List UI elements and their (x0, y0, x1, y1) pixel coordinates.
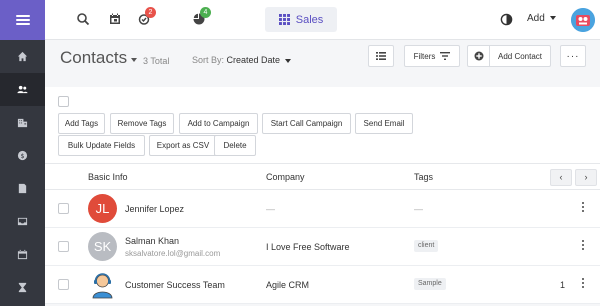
sidebar-item-documents[interactable] (0, 172, 45, 205)
sidebar-item-home[interactable] (0, 40, 45, 73)
module-switcher-button[interactable]: Sales (265, 7, 337, 32)
filter-icon (440, 52, 451, 60)
company-name[interactable]: Agile CRM (266, 280, 309, 290)
module-label: Sales (295, 13, 324, 26)
tags-empty: — (414, 204, 423, 214)
add-to-campaign-button[interactable]: Add to Campaign (179, 113, 258, 134)
sort-value: Created Date (226, 55, 281, 65)
add-contact-button[interactable]: Add Contact (467, 45, 551, 67)
column-tags[interactable]: Tags (414, 172, 433, 182)
chevron-down-icon (285, 58, 292, 63)
table-row[interactable]: SK Salman Khan sksalvatore.lol@gmail.com… (45, 228, 600, 266)
inbox-icon (17, 217, 28, 226)
bulk-actions-panel: Add Tags Remove Tags Add to Campaign Sta… (45, 87, 600, 163)
calendar-icon (110, 13, 120, 24)
more-options-button[interactable]: ··· (560, 45, 586, 67)
row-menu-button[interactable] (581, 240, 585, 252)
avatar (88, 270, 117, 299)
theme-icon[interactable] (500, 13, 513, 26)
scroll-right-button[interactable]: › (575, 169, 597, 186)
hourglass-icon (18, 282, 27, 293)
companies-icon (17, 118, 28, 128)
robot-avatar-icon (571, 8, 595, 32)
add-contact-label: Add Contact (497, 51, 543, 61)
contact-name[interactable]: Jennifer Lopez (125, 204, 184, 214)
row-checkbox[interactable] (58, 279, 69, 290)
add-icon-wrap (468, 46, 490, 66)
column-basic-info[interactable]: Basic Info (88, 172, 128, 182)
sort-label: Sort By: (192, 55, 225, 65)
remove-tags-button[interactable]: Remove Tags (110, 113, 174, 134)
row-count: 1 (560, 280, 566, 290)
filters-button[interactable]: Filters (404, 45, 460, 67)
company-name[interactable]: I Love Free Software (266, 242, 350, 252)
row-menu-button[interactable] (581, 278, 585, 290)
ellipsis-icon: ··· (566, 50, 580, 62)
table-header: Basic Info Company Tags ‹ › (45, 163, 600, 190)
row-menu-button[interactable] (581, 202, 585, 214)
table-row[interactable]: JL Jennifer Lopez — — (45, 190, 600, 228)
avatar: JL (88, 194, 117, 223)
list-icon (376, 52, 386, 60)
contact-name[interactable]: Customer Success Team (125, 280, 225, 290)
documents-icon (18, 183, 27, 194)
search-icon (77, 13, 90, 26)
chevron-down-icon[interactable] (131, 58, 137, 62)
delete-button[interactable]: Delete (214, 135, 256, 156)
support-agent-icon (92, 273, 113, 299)
add-tags-button[interactable]: Add Tags (58, 113, 105, 134)
select-all-checkbox[interactable] (58, 96, 69, 107)
menu-toggle-button[interactable] (0, 0, 45, 40)
filters-label: Filters (413, 51, 436, 61)
reminders-badge: 2 (145, 7, 156, 18)
tag-badge[interactable]: Sample (414, 278, 446, 290)
deals-icon: $ (17, 150, 28, 161)
user-avatar[interactable] (571, 8, 595, 32)
sidebar-item-calendar[interactable] (0, 238, 45, 271)
row-checkbox[interactable] (58, 203, 69, 214)
add-menu-button[interactable]: Add (527, 13, 556, 24)
contact-email: sksalvatore.lol@gmail.com (125, 249, 221, 258)
sort-dropdown[interactable]: Sort By: Created Date (192, 55, 292, 65)
sidebar-item-timesheet[interactable] (0, 271, 45, 304)
sidebar-item-deals[interactable]: $ (0, 139, 45, 172)
sidebar: $ (0, 0, 45, 306)
hamburger-icon (15, 15, 30, 25)
row-checkbox[interactable] (58, 241, 69, 252)
tag-badge[interactable]: client (414, 240, 439, 252)
table-row[interactable]: Customer Success Team Agile CRM Sample 1 (45, 266, 600, 304)
home-icon (17, 51, 28, 62)
sidebar-item-companies[interactable] (0, 106, 45, 139)
bulk-update-fields-button[interactable]: Bulk Update Fields (58, 135, 145, 156)
scroll-left-button[interactable]: ‹ (550, 169, 572, 186)
column-company[interactable]: Company (266, 172, 305, 182)
contacts-icon (17, 85, 28, 94)
chevron-down-icon (549, 16, 556, 21)
total-count: 3 Total (143, 56, 170, 66)
svg-text:$: $ (20, 152, 24, 160)
start-call-campaign-button[interactable]: Start Call Campaign (262, 113, 351, 134)
activity-button[interactable]: 4 (192, 7, 211, 26)
contact-name[interactable]: Salman Khan (125, 236, 179, 246)
grid-icon (278, 14, 290, 25)
company-name: — (266, 204, 275, 214)
sidebar-item-contacts[interactable] (0, 73, 45, 106)
calendar-icon (17, 249, 28, 260)
sidebar-item-inbox[interactable] (0, 205, 45, 238)
page-title[interactable]: Contacts (60, 48, 127, 68)
search-button[interactable] (76, 12, 90, 26)
list-view-button[interactable] (368, 45, 394, 67)
export-csv-button[interactable]: Export as CSV (149, 135, 217, 156)
avatar: SK (88, 232, 117, 261)
top-navbar: 2 4 Sales Add (45, 0, 600, 40)
add-menu-label: Add (527, 13, 545, 24)
calendar-button[interactable] (108, 12, 122, 26)
plus-circle-icon (474, 51, 483, 61)
send-email-button[interactable]: Send Email (355, 113, 413, 134)
activity-badge: 4 (200, 7, 211, 18)
reminders-button[interactable]: 2 (137, 7, 156, 26)
